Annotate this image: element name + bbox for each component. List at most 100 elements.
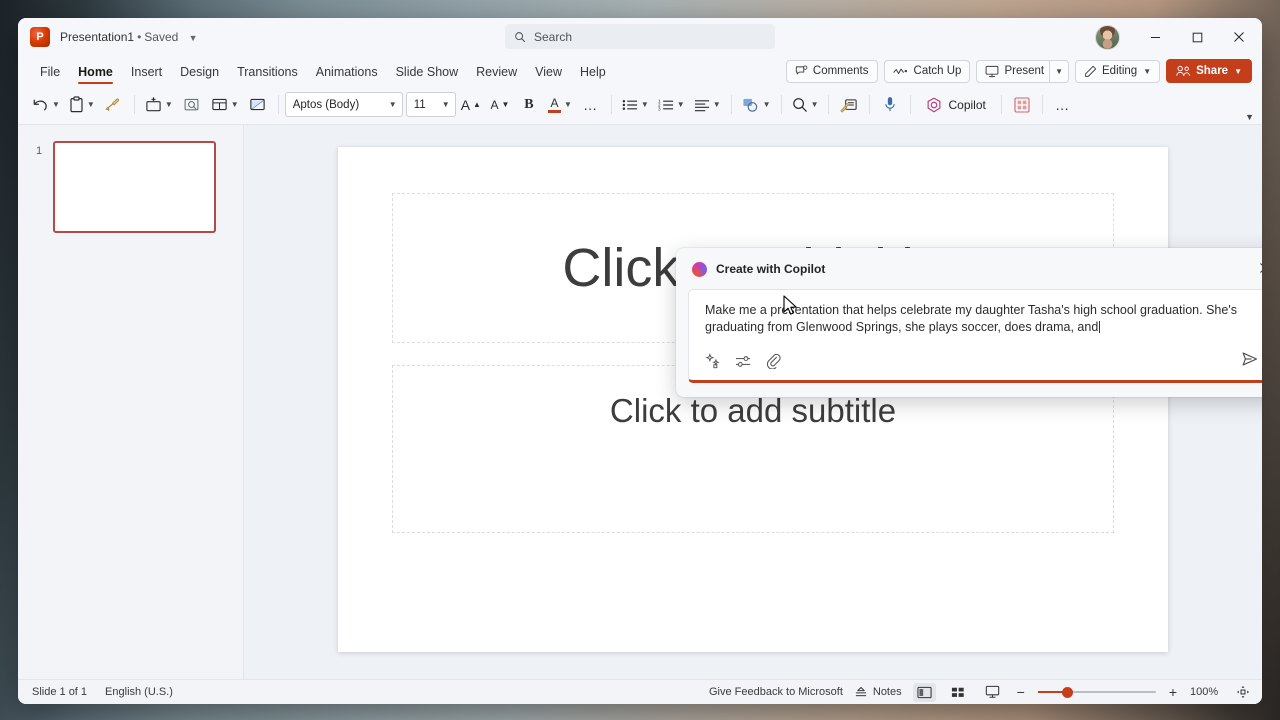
close-button[interactable]	[1218, 18, 1260, 56]
ribbon-collapse-chevron-down-icon[interactable]: ▼	[1245, 112, 1254, 122]
copilot-prompt-input[interactable]: Make me a presentation that helps celebr…	[688, 289, 1262, 383]
find-chevron-down-icon[interactable]: ▼	[810, 100, 819, 109]
slide-canvas[interactable]: Click to add title Click to add subtitle	[338, 146, 1168, 652]
add-ins-button[interactable]	[1008, 90, 1036, 120]
toolbar-divider	[133, 95, 135, 114]
format-painter-button[interactable]	[100, 90, 128, 120]
more-commands-button[interactable]: …	[1049, 90, 1077, 120]
feedback-link[interactable]: Give Feedback to Microsoft	[709, 686, 843, 698]
tab-transitions[interactable]: Transitions	[229, 62, 306, 85]
more-font-options-button[interactable]: …	[577, 90, 605, 120]
zoom-in-button[interactable]: +	[1167, 684, 1179, 700]
font-color-chevron-down-icon[interactable]: ▼	[563, 100, 572, 109]
shapes-button[interactable]: ▼	[738, 90, 775, 120]
zoom-slider-thumb[interactable]	[1061, 686, 1073, 698]
find-button[interactable]: ▼	[788, 90, 823, 120]
slide-layout-button[interactable]: ▼	[207, 90, 243, 120]
bullets-chevron-down-icon[interactable]: ▼	[640, 100, 649, 109]
settings-sliders-icon[interactable]	[735, 354, 752, 369]
undo-button[interactable]: ▼	[28, 90, 64, 120]
shapes-icon	[743, 98, 757, 112]
microphone-icon	[885, 97, 896, 112]
notes-button[interactable]: Notes	[854, 686, 902, 699]
new-slide-chevron-down-icon[interactable]: ▼	[164, 100, 173, 109]
new-slide-icon	[146, 96, 161, 111]
attach-file-icon[interactable]	[766, 353, 781, 369]
tab-design[interactable]: Design	[172, 62, 227, 85]
slide-layout-chevron-down-icon[interactable]: ▼	[230, 100, 239, 109]
slide-sorter-button[interactable]	[947, 683, 970, 702]
slide-canvas-pane: Click to add title Click to add subtitle…	[244, 125, 1262, 679]
status-bar: Slide 1 of 1 English (U.S.) Give Feedbac…	[18, 679, 1262, 704]
editing-button[interactable]: Editing ▼	[1075, 59, 1161, 83]
reading-view-button[interactable]	[981, 683, 1004, 702]
share-chevron-down-icon[interactable]: ▼	[1233, 67, 1242, 76]
search-placeholder: Search	[534, 29, 573, 44]
normal-view-button[interactable]	[912, 682, 936, 702]
avatar[interactable]	[1095, 24, 1120, 50]
tab-help[interactable]: Help	[572, 62, 614, 85]
language-label[interactable]: English (U.S.)	[105, 686, 173, 698]
tab-slide-show[interactable]: Slide Show	[388, 62, 467, 85]
zoom-slider[interactable]	[1037, 685, 1156, 699]
copilot-icon	[928, 97, 941, 112]
fit-to-window-button[interactable]	[1231, 683, 1254, 702]
paste-chevron-down-icon[interactable]: ▼	[86, 100, 95, 109]
copilot-send-button[interactable]	[1241, 351, 1259, 372]
grow-font-button[interactable]: A ▲	[457, 90, 485, 120]
numbering-chevron-down-icon[interactable]: ▼	[676, 100, 685, 109]
font-name-chevron-down-icon[interactable]: ▼	[388, 100, 397, 109]
designer-button[interactable]	[835, 90, 863, 120]
slide-count-label[interactable]: Slide 1 of 1	[32, 686, 87, 698]
present-button[interactable]: Present ▼	[976, 59, 1070, 83]
paste-button[interactable]: ▼	[65, 90, 99, 120]
align-chevron-down-icon[interactable]: ▼	[712, 100, 721, 109]
numbering-button[interactable]: 1 2 3 ▼	[654, 90, 689, 120]
copilot-close-button[interactable]	[1256, 262, 1262, 277]
catch-up-label: Catch Up	[913, 65, 962, 77]
zoom-out-button[interactable]: −	[1015, 684, 1027, 700]
search-input[interactable]: Search	[505, 24, 775, 49]
list-item[interactable]: 1	[18, 141, 243, 233]
section-button[interactable]	[244, 90, 272, 120]
share-button[interactable]: Share ▼	[1166, 59, 1252, 83]
tab-insert[interactable]: Insert	[123, 62, 170, 85]
font-size-chevron-down-icon[interactable]: ▼	[441, 100, 450, 109]
font-name-value: Aptos (Body)	[292, 98, 360, 111]
tab-review[interactable]: Review	[468, 62, 525, 85]
dictate-button[interactable]	[876, 90, 904, 120]
prompt-ideas-icon[interactable]	[705, 353, 721, 369]
chevron-down-icon[interactable]: ▼	[189, 33, 198, 43]
ribbon-tab-bar: File Home Insert Design Transitions Anim…	[18, 56, 1262, 85]
zoom-level-label[interactable]: 100%	[1190, 686, 1220, 698]
bold-button[interactable]: B	[515, 90, 543, 120]
tab-home[interactable]: Home	[70, 62, 121, 85]
comments-button[interactable]: Comments	[785, 59, 878, 83]
font-name-input[interactable]: Aptos (Body) ▼	[284, 92, 403, 117]
tab-file[interactable]: File	[32, 62, 68, 85]
reset-slide-button[interactable]	[178, 90, 206, 120]
shapes-chevron-down-icon[interactable]: ▼	[762, 100, 771, 109]
font-size-input[interactable]: 11 ▼	[405, 92, 456, 117]
close-icon	[1234, 32, 1244, 42]
copilot-button[interactable]: Copilot	[917, 91, 994, 119]
paste-icon	[70, 96, 83, 113]
undo-chevron-down-icon[interactable]: ▼	[51, 100, 60, 109]
font-color-button[interactable]: A ▼	[544, 90, 576, 120]
tab-animations[interactable]: Animations	[308, 62, 386, 85]
bullets-button[interactable]: ▼	[618, 90, 653, 120]
present-dropdown-chevron-down-icon[interactable]: ▼	[1049, 60, 1068, 82]
tab-view[interactable]: View	[527, 62, 570, 85]
toolbar-divider-4	[730, 95, 732, 114]
document-title[interactable]: Presentation1 • Saved ▼	[60, 30, 198, 44]
new-slide-button[interactable]: ▼	[141, 90, 177, 120]
comments-icon	[795, 64, 808, 74]
slide-thumbnail-1[interactable]	[53, 141, 216, 233]
editing-chevron-down-icon[interactable]: ▼	[1142, 67, 1151, 76]
align-button[interactable]: ▼	[690, 90, 725, 120]
catch-up-button[interactable]: Catch Up	[883, 59, 971, 83]
svg-text:3: 3	[658, 106, 661, 111]
maximize-button[interactable]	[1176, 18, 1218, 56]
minimize-button[interactable]	[1134, 18, 1176, 56]
shrink-font-button[interactable]: A ▼	[486, 90, 514, 120]
